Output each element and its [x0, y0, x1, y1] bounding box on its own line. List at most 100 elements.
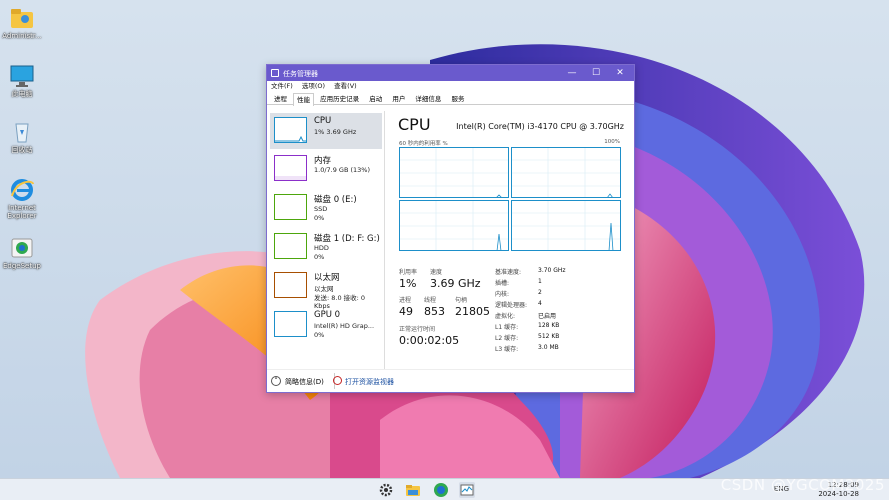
- cpu-graph-core3: [511, 200, 621, 251]
- resource-item-ethernet[interactable]: 以太网 以太网 发送: 8.0 接收: 0 Kbps: [270, 268, 382, 310]
- desktop-icon-label: Internet Explorer: [7, 204, 37, 221]
- resource-thumbnail: [274, 233, 307, 259]
- desktop-icon-label: Administr...: [2, 32, 42, 40]
- chevron-up-icon[interactable]: ˄: [271, 376, 281, 386]
- resource-item-memory[interactable]: 内存 1.0/7.9 GB (13%): [270, 151, 382, 187]
- resource-name: 磁盘 1 (D: F: G:): [314, 234, 380, 244]
- threads-label: 线程: [424, 297, 437, 304]
- speed-value: 3.69 GHz: [430, 277, 481, 290]
- desktop-icon-this-pc[interactable]: 此电脑: [0, 64, 44, 98]
- spec-value: 3.70 GHz: [538, 267, 566, 274]
- cpu-model: Intel(R) Core(TM) i3-4170 CPU @ 3.70GHz: [456, 122, 624, 131]
- cpu-graph-core1: [511, 147, 621, 198]
- monitor-icon: [9, 64, 35, 88]
- menu-bar: 文件(F) 选项(O) 查看(V): [267, 81, 634, 92]
- graph-max-label: 100%: [604, 139, 620, 145]
- processes-label: 进程: [399, 297, 412, 304]
- spec-key: 逻辑处理器:: [495, 302, 528, 309]
- brief-info-link[interactable]: 简略信息(D): [285, 377, 324, 387]
- resource-list: CPU 1% 3.69 GHz 内存 1.0/7.9 GB (13%) 磁盘 0…: [267, 111, 385, 369]
- resource-name: CPU: [314, 116, 332, 126]
- cpu-graph-core2: [399, 200, 509, 251]
- cpu-graph-core0: [399, 147, 509, 198]
- taskbar: ENG 12:28:09 2024-10-28 CSDN @YGCOM2025: [0, 476, 889, 500]
- spec-value: 2: [538, 289, 542, 296]
- task-manager-window: 任务管理器 — ☐ ✕ 文件(F) 选项(O) 查看(V) 进程 性能 应用历史…: [266, 64, 635, 393]
- tab-startup[interactable]: 启动: [365, 92, 386, 105]
- spec-key: 基准速度:: [495, 269, 522, 276]
- spec-key: L2 缓存:: [495, 335, 519, 342]
- title-bar[interactable]: 任务管理器 — ☐ ✕: [267, 65, 634, 81]
- spec-key: L3 缓存:: [495, 346, 519, 353]
- resource-item-cpu[interactable]: CPU 1% 3.69 GHz: [270, 113, 382, 149]
- tab-services[interactable]: 服务: [447, 92, 468, 105]
- detail-title: CPU: [398, 115, 431, 134]
- tab-performance[interactable]: 性能: [293, 93, 315, 106]
- menu-view[interactable]: 查看(V): [334, 81, 357, 92]
- desktop-icon-recycle-bin[interactable]: 回收站: [0, 120, 44, 154]
- tab-details[interactable]: 详细信息: [411, 92, 445, 105]
- watermark-text: CSDN @YGCOM2025: [720, 476, 885, 494]
- resource-thumbnail: [274, 155, 307, 181]
- spec-value: 128 KB: [538, 322, 560, 329]
- resource-usage: 0%: [314, 214, 325, 222]
- desktop-icon-label: 此电脑: [11, 90, 33, 98]
- edge-setup-icon: [9, 236, 35, 260]
- user-folder-icon: [9, 6, 35, 30]
- tab-strip: 进程 性能 应用历史记录 启动 用户 详细信息 服务: [267, 92, 634, 106]
- task-manager-app-icon: [271, 69, 279, 77]
- spec-value: 已启用: [538, 313, 557, 320]
- resource-detail: Intel(R) HD Grap...: [314, 322, 375, 330]
- resource-detail: SSD: [314, 205, 328, 213]
- desktop-icon-label: 回收站: [11, 146, 33, 154]
- resource-monitor-icon: [333, 376, 342, 385]
- spec-key: 内核:: [495, 291, 510, 298]
- utilization-value: 1%: [399, 277, 417, 290]
- resource-item-disk0[interactable]: 磁盘 0 (E:) SSD 0%: [270, 190, 382, 226]
- desktop-icon-label: EdgeSetup: [3, 262, 41, 270]
- resource-thumbnail: [274, 272, 307, 298]
- resource-item-gpu[interactable]: GPU 0 Intel(R) HD Grap... 0%: [270, 307, 382, 343]
- resource-name: 内存: [314, 156, 332, 166]
- window-footer: ˄ 简略信息(D) 打开资源监视器: [267, 369, 634, 392]
- resource-name: GPU 0: [314, 310, 341, 320]
- task-manager-taskbar-icon[interactable]: [459, 482, 475, 498]
- resource-thumbnail: [274, 194, 307, 220]
- file-explorer-icon[interactable]: [405, 482, 421, 498]
- uptime-value: 0:00:02:05: [399, 334, 460, 347]
- spec-value: 3.0 MB: [538, 344, 559, 351]
- close-button[interactable]: ✕: [614, 67, 626, 79]
- window-title: 任务管理器: [283, 70, 318, 78]
- resource-usage: 0%: [314, 331, 325, 339]
- minimize-button[interactable]: —: [566, 67, 578, 79]
- tab-processes[interactable]: 进程: [270, 92, 291, 105]
- recycle-bin-icon: [9, 120, 35, 144]
- tab-users[interactable]: 用户: [388, 92, 409, 105]
- menu-options[interactable]: 选项(O): [302, 81, 325, 92]
- resource-thumbnail: [274, 117, 307, 143]
- resource-detail: HDD: [314, 244, 329, 252]
- resource-item-disk1[interactable]: 磁盘 1 (D: F: G:) HDD 0%: [270, 229, 382, 265]
- settings-gear-icon[interactable]: [378, 482, 394, 498]
- resource-name: 磁盘 0 (E:): [314, 195, 357, 205]
- tab-app-history[interactable]: 应用历史记录: [316, 92, 363, 105]
- speed-label: 速度: [430, 269, 443, 276]
- maximize-button[interactable]: ☐: [590, 67, 602, 79]
- spec-value: 1: [538, 278, 542, 285]
- desktop-icon-edgesetup[interactable]: EdgeSetup: [0, 236, 44, 270]
- spec-key: 虚拟化:: [495, 313, 516, 320]
- desktop-icon-ie[interactable]: Internet Explorer: [0, 178, 44, 220]
- spec-value: 512 KB: [538, 333, 560, 340]
- edge-browser-icon[interactable]: [433, 482, 449, 498]
- cpu-detail-panel: CPU Intel(R) Core(TM) i3-4170 CPU @ 3.70…: [388, 111, 634, 369]
- desktop-icon-admin[interactable]: Administr...: [0, 6, 44, 40]
- resource-detail: 1% 3.69 GHz: [314, 128, 357, 136]
- utilization-label: 利用率: [399, 269, 418, 276]
- open-resource-monitor-link[interactable]: 打开资源监视器: [345, 377, 394, 387]
- resource-detail: 1.0/7.9 GB (13%): [314, 166, 371, 174]
- processes-value: 49: [399, 305, 413, 318]
- spec-key: L1 缓存:: [495, 324, 519, 331]
- menu-file[interactable]: 文件(F): [271, 81, 293, 92]
- threads-value: 853: [424, 305, 445, 318]
- handles-value: 21805: [455, 305, 490, 318]
